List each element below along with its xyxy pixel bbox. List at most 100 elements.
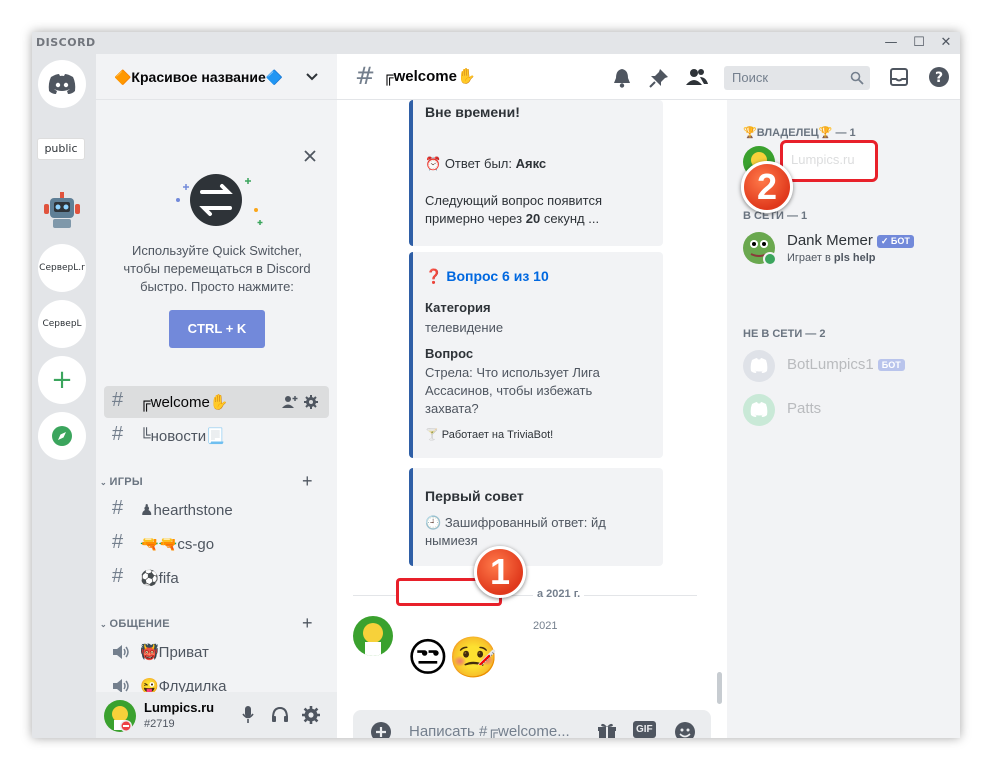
gear-icon[interactable] <box>304 395 318 409</box>
explore-servers-button[interactable] <box>38 412 86 460</box>
chat-scrollbar[interactable] <box>717 672 722 704</box>
emoji-icon[interactable] <box>675 722 695 738</box>
channel-label: ⚽fifa <box>140 570 179 587</box>
inbox-icon[interactable] <box>890 68 908 86</box>
category-label: Категория <box>425 300 491 315</box>
add-server-button[interactable]: + <box>38 356 86 404</box>
discord-default-avatar-icon <box>750 358 768 373</box>
dank-memer-status: Играет в pls help <box>787 252 875 264</box>
pin-icon[interactable] <box>649 68 669 88</box>
message-author-avatar[interactable] <box>353 616 393 656</box>
hash-icon: # <box>112 531 124 553</box>
channel-fifa[interactable]: # ⚽fifa <box>104 562 329 594</box>
channel-welcome[interactable]: # ╔welcome✋ <box>104 386 329 418</box>
simpson-avatar-icon <box>363 623 383 656</box>
message-emojis: 😒🤒 <box>407 635 499 681</box>
dank-memer-name[interactable]: Dank Memer ✓ БОТ <box>787 232 914 249</box>
seconds-value: 20 <box>525 211 541 226</box>
robot-icon <box>44 192 80 228</box>
message-composer[interactable]: Написать #╔welcome... GIF <box>353 710 711 738</box>
discord-logo-icon <box>48 74 76 94</box>
search-input[interactable]: Поиск <box>724 66 870 90</box>
category-label: ОБЩЕНИЕ <box>109 618 170 630</box>
owner-name[interactable]: Lumpics.ru <box>791 152 855 167</box>
channel-label: ╔welcome✋ <box>140 394 229 411</box>
offline-category: НЕ В СЕТИ — 2 <box>743 328 826 340</box>
channel-news[interactable]: # ╚новости📃 <box>104 420 329 452</box>
question-text: Стрела: Что использует Лига Ассасинов, ч… <box>425 365 600 416</box>
clock-icon: 🕘 <box>425 515 442 530</box>
bell-icon[interactable] <box>613 68 631 88</box>
microphone-icon[interactable] <box>242 706 254 724</box>
online-status-icon <box>763 252 777 266</box>
patts-name[interactable]: Patts <box>787 400 821 417</box>
close-window-button[interactable]: ✕ <box>933 33 959 53</box>
minimize-button[interactable]: — <box>878 33 904 53</box>
footer-text: Работает на TriviaBot! <box>441 429 554 441</box>
embed-footer: 🍸 Работает на TriviaBot! <box>425 428 553 441</box>
gift-icon[interactable] <box>597 722 617 738</box>
category-chat[interactable]: ⌄ ОБЩЕНИЕ + <box>100 613 313 633</box>
hash-icon: # <box>355 62 376 90</box>
hash-icon: # <box>112 565 124 587</box>
close-icon[interactable] <box>303 149 317 163</box>
server-header[interactable]: 🔶Красивое название🔷 <box>96 54 337 100</box>
channel-label: ♟hearthstone <box>140 502 233 519</box>
botlumpics-name[interactable]: BotLumpics1 БОТ <box>787 356 905 373</box>
server-serverl[interactable]: СерверL <box>38 300 86 348</box>
alarm-clock-icon: ⏰ <box>425 156 442 171</box>
step-marker-2: 2 <box>741 161 793 213</box>
embed-out-of-time: Вне времени! ⏰ Ответ был: Аякс Следующий… <box>409 100 663 246</box>
botlumpics-avatar[interactable] <box>743 350 775 382</box>
chat-header: # ╔welcome✋ Поиск ? <box>337 54 960 100</box>
attach-plus-icon[interactable] <box>371 722 391 738</box>
category-games[interactable]: ⌄ ИГРЫ + <box>100 471 313 491</box>
members-icon[interactable] <box>686 68 708 86</box>
patts-avatar[interactable] <box>743 394 775 426</box>
home-button[interactable] <box>38 60 86 108</box>
chat-area: # ╔welcome✋ Поиск ? Вне времени! ⏰ Ответ… <box>337 54 960 738</box>
channel-hearthstone[interactable]: # ♟hearthstone <box>104 494 329 526</box>
help-icon[interactable]: ? <box>929 67 949 87</box>
channel-label: 🔫🔫cs-go <box>140 536 215 553</box>
add-channel-icon[interactable]: + <box>302 613 313 634</box>
hash-icon: # <box>112 497 124 519</box>
gif-button[interactable]: GIF <box>633 721 656 738</box>
user-panel: Lumpics.ru #2719 <box>96 692 337 738</box>
server-rail: public СерверL.r СерверL + <box>32 54 96 738</box>
channel-label: ╚новости📃 <box>140 428 225 445</box>
user-settings-gear-icon[interactable] <box>302 706 320 724</box>
next-text-line1: Следующий вопрос появится <box>425 193 603 208</box>
member-name: BotLumpics1 <box>787 356 874 373</box>
bot-badge: ✓ БОТ <box>876 234 914 248</box>
question-title: Вопрос 6 из 10 <box>446 268 549 284</box>
question-mark-icon: ❓ <box>425 268 443 284</box>
server-serverl-r[interactable]: СерверL.r <box>38 244 86 292</box>
bot-badge: БОТ <box>877 359 905 372</box>
user-tag: #2719 <box>144 718 175 730</box>
add-channel-icon[interactable]: + <box>302 471 313 492</box>
dnd-status-icon <box>120 720 132 732</box>
discord-window: DISCORD — ☐ ✕ public СерверL.r СерверL +… <box>32 32 960 738</box>
message-timestamp: 2021 <box>533 620 558 632</box>
ctrl-k-button[interactable]: CTRL + K <box>169 310 265 348</box>
question-label: Вопрос <box>425 346 474 361</box>
answer-label: Ответ был: <box>444 156 512 171</box>
headphones-icon[interactable] <box>271 706 289 723</box>
answer-value: Аякс <box>515 156 547 171</box>
status-prefix: Играет в <box>787 252 831 264</box>
embed-question-title[interactable]: ❓ Вопрос 6 из 10 <box>425 268 549 285</box>
embed-hint: Первый совет 🕘 Зашифрованный ответ: йд н… <box>409 468 663 566</box>
channel-cs-go[interactable]: # 🔫🔫cs-go <box>104 528 329 560</box>
quick-switcher-icon <box>176 174 263 226</box>
server-tooltip: public <box>37 138 85 160</box>
voice-channel-private[interactable]: 👹Приват <box>104 636 329 668</box>
server-robot[interactable] <box>38 186 86 234</box>
maximize-button[interactable]: ☐ <box>906 33 932 53</box>
search-icon <box>850 71 864 85</box>
add-member-icon[interactable] <box>282 395 298 409</box>
title-bar: DISCORD — ☐ ✕ <box>32 32 960 54</box>
status-game: pls help <box>833 252 876 264</box>
embed-answer: ⏰ Ответ был: Аякс <box>425 156 546 172</box>
channel-sidebar: 🔶Красивое название🔷 Используйте Quick Sw… <box>96 54 337 738</box>
